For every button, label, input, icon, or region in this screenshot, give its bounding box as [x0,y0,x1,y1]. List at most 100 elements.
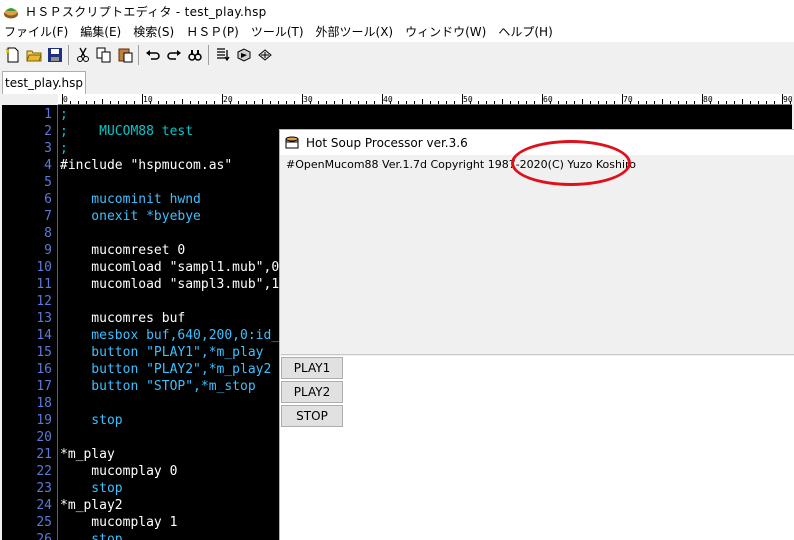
ruler-tick [542,94,543,104]
menu-tools[interactable]: ツール(T) [245,23,310,42]
ruler-tick [422,99,423,104]
tab-strip: test_play.hsp [0,68,794,94]
line-number: 2 [44,124,52,139]
menu-help[interactable]: ヘルプ(H) [492,23,558,42]
code-text: mucomload "sampl1.mub",0 [60,260,280,275]
ruler-tick [718,101,719,104]
ruler-tick [526,101,527,104]
ruler-tick [510,101,511,104]
ruler-tick [406,101,407,104]
ruler-tick [750,101,751,104]
new-file-icon[interactable] [2,44,23,66]
app-icon [4,7,18,18]
ruler-tick [398,101,399,104]
title-bar: ＨＳＰスクリプトエディタ - test_play.hsp [0,0,794,23]
line-number: 5 [44,175,52,190]
undo-icon[interactable] [142,44,163,66]
ruler-tick [286,101,287,104]
hsp-window[interactable]: Hot Soup Processor ver.3.6 #OpenMucom88 … [279,129,794,540]
open-folder-icon[interactable] [23,44,44,66]
save-icon[interactable] [44,44,65,66]
ruler-tick [110,101,111,104]
line-number: 7 [44,209,52,224]
menu-edit[interactable]: 編集(E) [74,23,127,42]
ruler-tick [654,101,655,104]
code-text: #include "hspmucom.as" [60,158,233,173]
toolbar [0,42,794,68]
ruler-tick [94,101,95,104]
ruler-tick [310,101,311,104]
line-number: 22 [36,464,52,479]
mesbox-textarea[interactable]: #OpenMucom88 Ver.1.7d Copyright 1987-202… [281,155,794,355]
ruler-tick [558,101,559,104]
find-icon[interactable] [184,44,205,66]
ruler-mark: 80 [703,95,713,104]
ruler-tick [238,101,239,104]
ruler-tick [366,101,367,104]
menu-window[interactable]: ウィンドウ(W) [399,23,492,42]
run-icon[interactable] [233,44,254,66]
menu-hsp[interactable]: ＨＳＰ(P) [180,23,245,42]
menu-search[interactable]: 検索(S) [127,23,180,42]
ruler-tick [694,101,695,104]
menu-external-tools[interactable]: 外部ツール(X) [310,23,400,42]
ruler-tick [334,101,335,104]
menu-bar: ファイル(F) 編集(E) 検索(S) ＨＳＰ(P) ツール(T) 外部ツール(… [0,23,794,42]
redo-icon[interactable] [163,44,184,66]
ruler-tick [454,101,455,104]
paste-icon[interactable] [114,44,135,66]
ruler-tick [222,94,223,104]
line-number: 4 [44,158,52,173]
ruler-tick [230,101,231,104]
ruler-tick [478,101,479,104]
ruler-tick [502,99,503,104]
code-text: *m_play [60,447,115,462]
code-text: mucomreset 0 [60,243,186,258]
ruler-tick [270,101,271,104]
ruler-tick [606,101,607,104]
compile-icon[interactable] [212,44,233,66]
code-text: ; [60,107,68,122]
ruler-tick [70,101,71,104]
line-number: 26 [36,532,52,540]
ruler-tick [670,101,671,104]
ruler-tick [206,101,207,104]
build-icon[interactable] [254,44,275,66]
menu-file[interactable]: ファイル(F) [0,23,74,42]
line-number: 23 [36,481,52,496]
ruler-tick [118,101,119,104]
code-text: button "PLAY2",*m_play2 [60,362,272,377]
ruler-tick [774,101,775,104]
copy-icon[interactable] [93,44,114,66]
toolbar-separator [138,45,139,65]
ruler-tick [678,101,679,104]
code-text: mucomload "sampl3.mub",1 [60,277,280,292]
ruler-tick [782,94,783,104]
stop-button[interactable]: STOP [281,405,343,427]
hsp-app-icon [285,136,299,148]
ruler-tick [766,101,767,104]
tab-test-play[interactable]: test_play.hsp [2,71,86,94]
ruler-tick [78,101,79,104]
cut-icon[interactable] [72,44,93,66]
line-number: 14 [36,328,52,343]
ruler-tick [246,101,247,104]
ruler-tick [614,101,615,104]
code-text: onexit *byebye [60,209,201,224]
ruler-tick [470,101,471,104]
play1-button[interactable]: PLAY1 [281,357,343,379]
code-text: ; MUCOM88 test [60,124,194,139]
line-number: 10 [36,260,52,275]
line-number: 16 [36,362,52,377]
line-number: 11 [36,277,52,292]
play2-button[interactable]: PLAY2 [281,381,343,403]
ruler-tick [318,101,319,104]
line-number: 21 [36,447,52,462]
code-text: mucominit hwnd [60,192,201,207]
ruler-tick [182,99,183,104]
ruler-tick [142,94,143,104]
ruler-tick [302,94,303,104]
line-number: 18 [36,396,52,411]
code-text: stop [60,532,123,540]
ruler-tick [438,101,439,104]
